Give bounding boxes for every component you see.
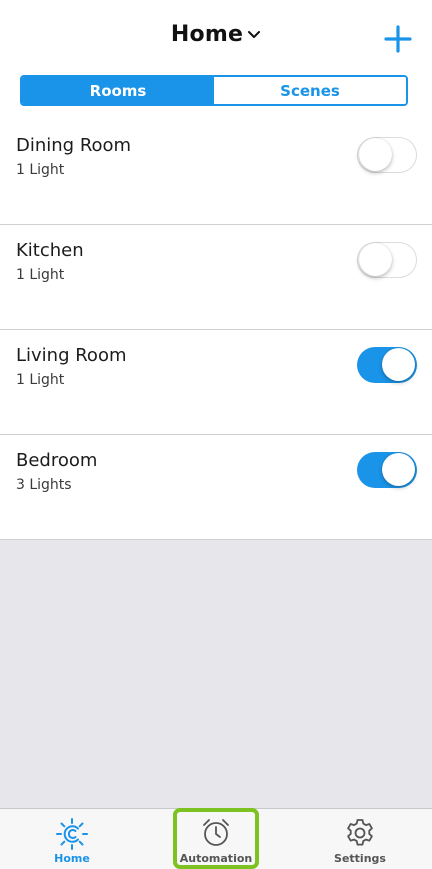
room-row[interactable]: Bedroom 3 Lights — [0, 435, 432, 540]
room-power-toggle[interactable] — [357, 347, 417, 383]
tab-home[interactable]: Home — [0, 809, 144, 869]
plus-icon — [384, 25, 412, 53]
room-power-toggle[interactable] — [357, 242, 417, 278]
room-list: Dining Room 1 Light Kitchen 1 Light Livi… — [0, 120, 432, 540]
room-name: Kitchen — [16, 240, 84, 261]
page-title: Home — [170, 22, 244, 47]
tab-automation[interactable]: Automation — [144, 809, 288, 869]
room-name: Dining Room — [16, 135, 132, 156]
room-row[interactable]: Kitchen 1 Light — [0, 225, 432, 330]
room-power-toggle[interactable] — [357, 137, 417, 173]
room-light-count: 1 Light — [16, 267, 65, 283]
tab-settings-label: Settings — [334, 852, 386, 865]
room-row[interactable]: Dining Room 1 Light — [0, 120, 432, 225]
room-light-count: 1 Light — [16, 162, 65, 178]
rooms-tab[interactable]: Rooms — [22, 77, 214, 104]
toggle-knob — [359, 243, 392, 276]
tab-home-label: Home — [54, 852, 90, 865]
home-sun-icon — [54, 817, 90, 855]
gear-icon — [344, 817, 376, 853]
toggle-knob — [359, 138, 392, 171]
room-row[interactable]: Living Room 1 Light — [0, 330, 432, 435]
toggle-knob — [382, 348, 415, 381]
room-name: Living Room — [16, 345, 127, 366]
alarm-clock-icon — [200, 817, 232, 853]
room-light-count: 3 Lights — [16, 477, 72, 493]
chevron-down-icon — [247, 21, 261, 46]
home-selector[interactable]: Home — [0, 22, 432, 47]
room-light-count: 1 Light — [16, 372, 65, 388]
tab-settings[interactable]: Settings — [288, 809, 432, 869]
toggle-knob — [382, 453, 415, 486]
rooms-scenes-segmented-control: Rooms Scenes — [20, 75, 408, 106]
tab-automation-label: Automation — [179, 852, 253, 865]
room-name: Bedroom — [16, 450, 98, 471]
app-screen: Home Rooms Scenes Dining Room 1 Light Ki… — [0, 0, 432, 869]
header: Home Rooms Scenes — [0, 0, 432, 120]
scenes-tab[interactable]: Scenes — [214, 77, 406, 104]
add-button[interactable] — [383, 24, 413, 54]
bottom-tab-bar: Home Automation Settings — [0, 808, 432, 869]
room-power-toggle[interactable] — [357, 452, 417, 488]
